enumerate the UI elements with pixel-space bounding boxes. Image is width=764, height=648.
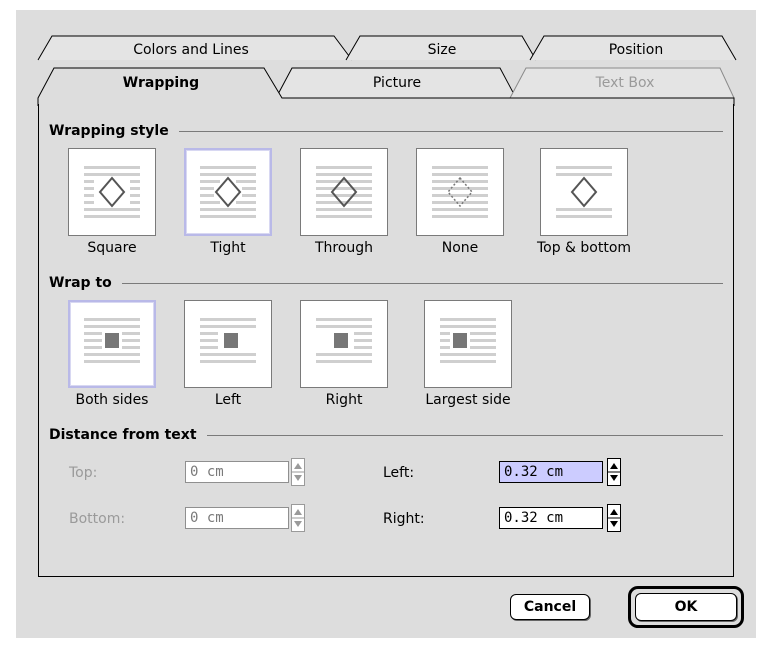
wrap-left-icon	[200, 318, 256, 363]
ok-button[interactable]: OK	[635, 593, 737, 621]
wrapping-style-heading: Wrapping style	[49, 122, 723, 140]
wrap-none-icon	[432, 166, 488, 218]
tab-strip: Colors and Lines Size Position Wrapping …	[16, 10, 756, 106]
stepper-arrows-icon	[608, 463, 620, 481]
wrap-style-none[interactable]: None	[413, 148, 507, 256]
stepper-arrows-icon	[292, 509, 304, 527]
wrap-to-left[interactable]: Left	[181, 300, 275, 408]
wrap-style-square[interactable]: Square	[65, 148, 159, 256]
wrap-both-sides-icon	[84, 318, 140, 363]
right-label: Right:	[383, 511, 425, 527]
wrapping-panel: Wrapping style Square Tight Through None…	[38, 104, 734, 577]
wrap-to-heading: Wrap to	[49, 274, 723, 292]
stepper-arrows-icon	[608, 509, 620, 527]
tab-wrapping[interactable]: Wrapping	[56, 74, 266, 92]
top-stepper	[291, 458, 305, 486]
top-input: 0 cm	[185, 461, 289, 483]
wrap-style-tight[interactable]: Tight	[181, 148, 275, 256]
cancel-button[interactable]: Cancel	[510, 594, 590, 620]
top-label: Top:	[69, 465, 98, 481]
wrap-largest-side-icon	[440, 318, 496, 363]
wrap-top-bottom-icon	[556, 166, 612, 218]
bottom-label: Bottom:	[69, 511, 126, 527]
wrap-to-largest-side[interactable]: Largest side	[413, 300, 523, 408]
tab-text-box: Text Box	[595, 75, 655, 91]
tab-position[interactable]: Position	[546, 41, 726, 59]
wrap-style-top-bottom[interactable]: Top & bottom	[529, 148, 639, 256]
wrap-through-icon	[316, 166, 372, 218]
tab-picture[interactable]: Picture	[294, 74, 500, 92]
right-input[interactable]: 0.32 cm	[499, 507, 603, 529]
left-stepper[interactable]	[607, 458, 621, 486]
tab-size[interactable]: Size	[362, 41, 522, 59]
left-input[interactable]: 0.32 cm	[499, 461, 603, 483]
wrap-right-icon	[316, 318, 372, 363]
wrap-square-icon	[84, 166, 140, 218]
wrap-to-both-sides[interactable]: Both sides	[65, 300, 159, 408]
bottom-stepper	[291, 504, 305, 532]
bottom-input: 0 cm	[185, 507, 289, 529]
distance-heading: Distance from text	[49, 426, 723, 444]
left-label: Left:	[383, 465, 415, 481]
wrap-to-right[interactable]: Right	[297, 300, 391, 408]
tab-colors-and-lines[interactable]: Colors and Lines	[56, 41, 326, 59]
wrap-tight-icon	[200, 166, 256, 218]
wrap-style-through[interactable]: Through	[297, 148, 391, 256]
stepper-arrows-icon	[292, 463, 304, 481]
right-stepper[interactable]	[607, 504, 621, 532]
format-picture-dialog: Colors and Lines Size Position Wrapping …	[16, 10, 756, 638]
